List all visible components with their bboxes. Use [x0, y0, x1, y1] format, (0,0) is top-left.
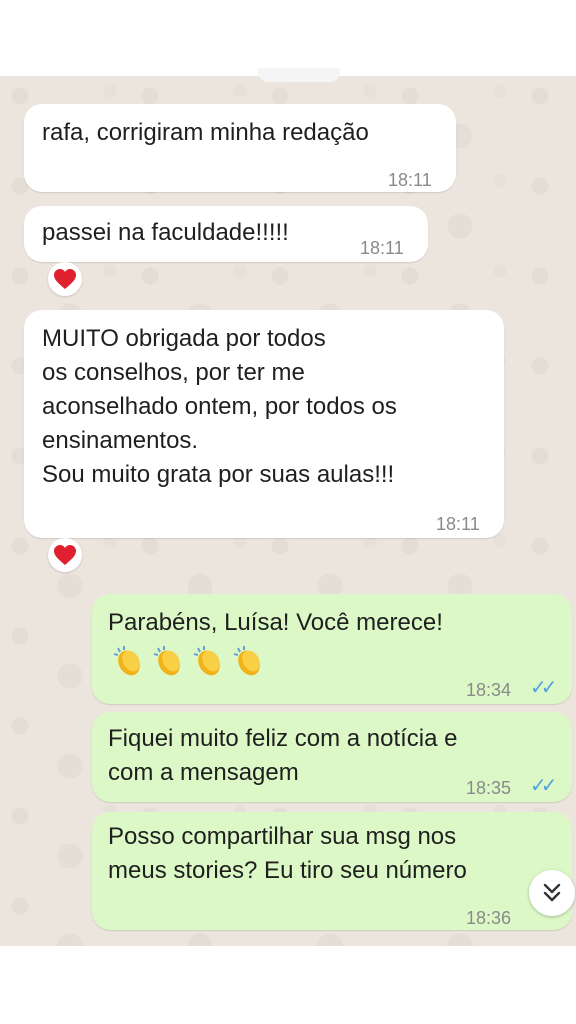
- double-check-icon: ✓✓: [530, 677, 557, 699]
- heart-reaction[interactable]: [48, 262, 82, 296]
- double-check-icon: ✓✓: [530, 775, 557, 797]
- message-text-line: aconselhado ontem, por todos os: [42, 393, 397, 420]
- clapping-hands-icon: [113, 646, 140, 676]
- message-text-line: MUITO obrigada por todos: [42, 325, 326, 352]
- heart-icon: [54, 269, 76, 289]
- message-bubble-outgoing[interactable]: Posso compartilhar sua msg nos meus stor…: [92, 812, 572, 930]
- message-text-line: os conselhos, por ter me: [42, 359, 305, 386]
- chevron-double-down-icon: [543, 883, 561, 902]
- clapping-hands-icon: [193, 646, 220, 676]
- message-time: 18:35: [466, 778, 512, 798]
- heart-icon: [54, 545, 76, 565]
- message-text-line: meus stories? Eu tiro seu número: [108, 857, 467, 884]
- clapping-hands-icon: [233, 646, 260, 676]
- message-text-line: Fiquei muito feliz com a notícia e: [108, 725, 458, 752]
- heart-reaction[interactable]: [48, 538, 82, 572]
- date-pill: [258, 68, 340, 82]
- message-time: 18:11: [388, 170, 432, 190]
- message-bubble[interactable]: rafa, corrigiram minha redação 18:11: [24, 104, 456, 192]
- message-time: 18:11: [360, 238, 404, 258]
- message-text: Parabéns, Luísa! Você merece!: [108, 609, 443, 636]
- message-text-line: ensinamentos.: [42, 427, 199, 454]
- message-text: rafa, corrigiram minha redação: [42, 119, 369, 146]
- message-text-line: Sou muito grata por suas aulas!!!: [42, 461, 395, 488]
- message-bubble[interactable]: passei na faculdade!!!!! 18:11: [24, 206, 428, 262]
- message-text-line: Posso compartilhar sua msg nos: [108, 823, 457, 850]
- scroll-to-bottom-button[interactable]: [529, 870, 575, 916]
- message-bubble-outgoing[interactable]: Fiquei muito feliz com a notícia e com a…: [92, 712, 572, 802]
- emoji-row: [112, 644, 266, 678]
- clapping-hands-icon: [153, 646, 180, 676]
- message-time: 18:34: [466, 680, 512, 700]
- message-text-line: com a mensagem: [108, 759, 299, 786]
- message-bubble-outgoing[interactable]: Parabéns, Luísa! Você merece! 18:34 ✓✓: [92, 594, 572, 704]
- message-bubble[interactable]: MUITO obrigada por todos os conselhos, p…: [24, 310, 504, 538]
- message-text: passei na faculdade!!!!!: [42, 219, 289, 246]
- message-time: 18:11: [436, 514, 480, 534]
- message-time: 18:36: [466, 908, 512, 928]
